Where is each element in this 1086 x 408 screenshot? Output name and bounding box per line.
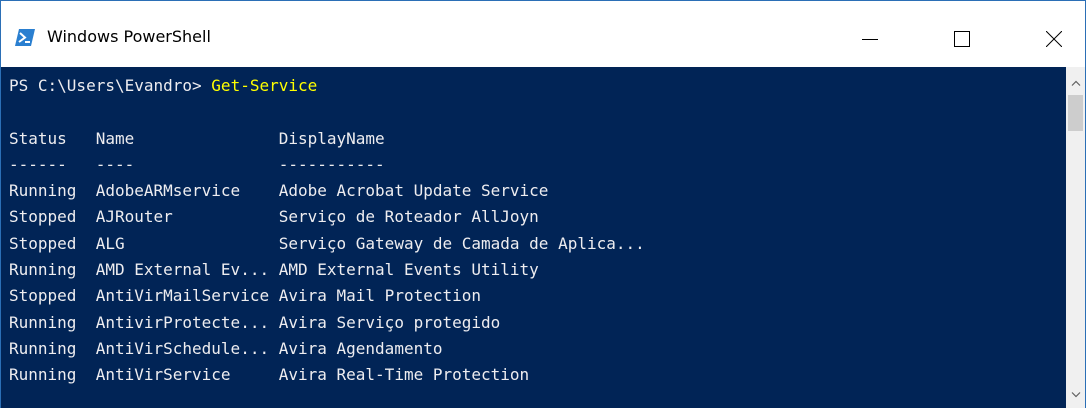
service-row: Running AntivirProtecte... Avira Serviço… xyxy=(9,312,501,332)
maximize-icon xyxy=(954,31,970,47)
title-bar[interactable]: Windows PowerShell xyxy=(1,1,1085,67)
window-title: Windows PowerShell xyxy=(47,27,211,46)
scrollbar-thumb[interactable] xyxy=(1068,95,1083,131)
minimize-icon xyxy=(862,39,878,40)
vertical-scrollbar[interactable] xyxy=(1066,67,1085,408)
service-row: Running AntiVirSchedule... Avira Agendam… xyxy=(9,338,443,358)
service-row: Stopped ALG Serviço Gateway de Camada de… xyxy=(9,233,645,253)
close-icon xyxy=(1046,31,1062,47)
scroll-up-button[interactable] xyxy=(1066,73,1085,92)
table-separator: ------ ---- ----------- xyxy=(9,154,385,174)
table-header: Status Name DisplayName xyxy=(9,128,385,148)
maximize-button[interactable] xyxy=(933,15,991,63)
service-row: Stopped AJRouter Serviço de Roteador All… xyxy=(9,207,539,227)
prompt-line: PS C:\Users\Evandro> Get-Service xyxy=(9,73,645,99)
chevron-down-icon xyxy=(1071,391,1080,397)
minimize-button[interactable] xyxy=(841,15,899,63)
service-row: Running AMD External Ev... AMD External … xyxy=(9,260,539,280)
command-text: Get-Service xyxy=(211,76,318,95)
service-row: Running AntiVirService Avira Real-Time P… xyxy=(9,365,530,385)
service-row: Running AdobeARMservice Adobe Acrobat Up… xyxy=(9,181,549,201)
chevron-up-icon xyxy=(1071,80,1080,86)
prompt-text: PS C:\Users\Evandro> xyxy=(9,76,212,95)
powershell-window: Windows PowerShell PS C:\Users\Evandro> … xyxy=(0,0,1086,408)
console-output[interactable]: PS C:\Users\Evandro> Get-Service Status … xyxy=(1,67,1066,408)
close-button[interactable] xyxy=(1025,15,1083,63)
service-row: Stopped AntiVirMailService Avira Mail Pr… xyxy=(9,286,482,306)
scroll-down-button[interactable] xyxy=(1066,385,1085,404)
powershell-icon xyxy=(15,29,35,46)
